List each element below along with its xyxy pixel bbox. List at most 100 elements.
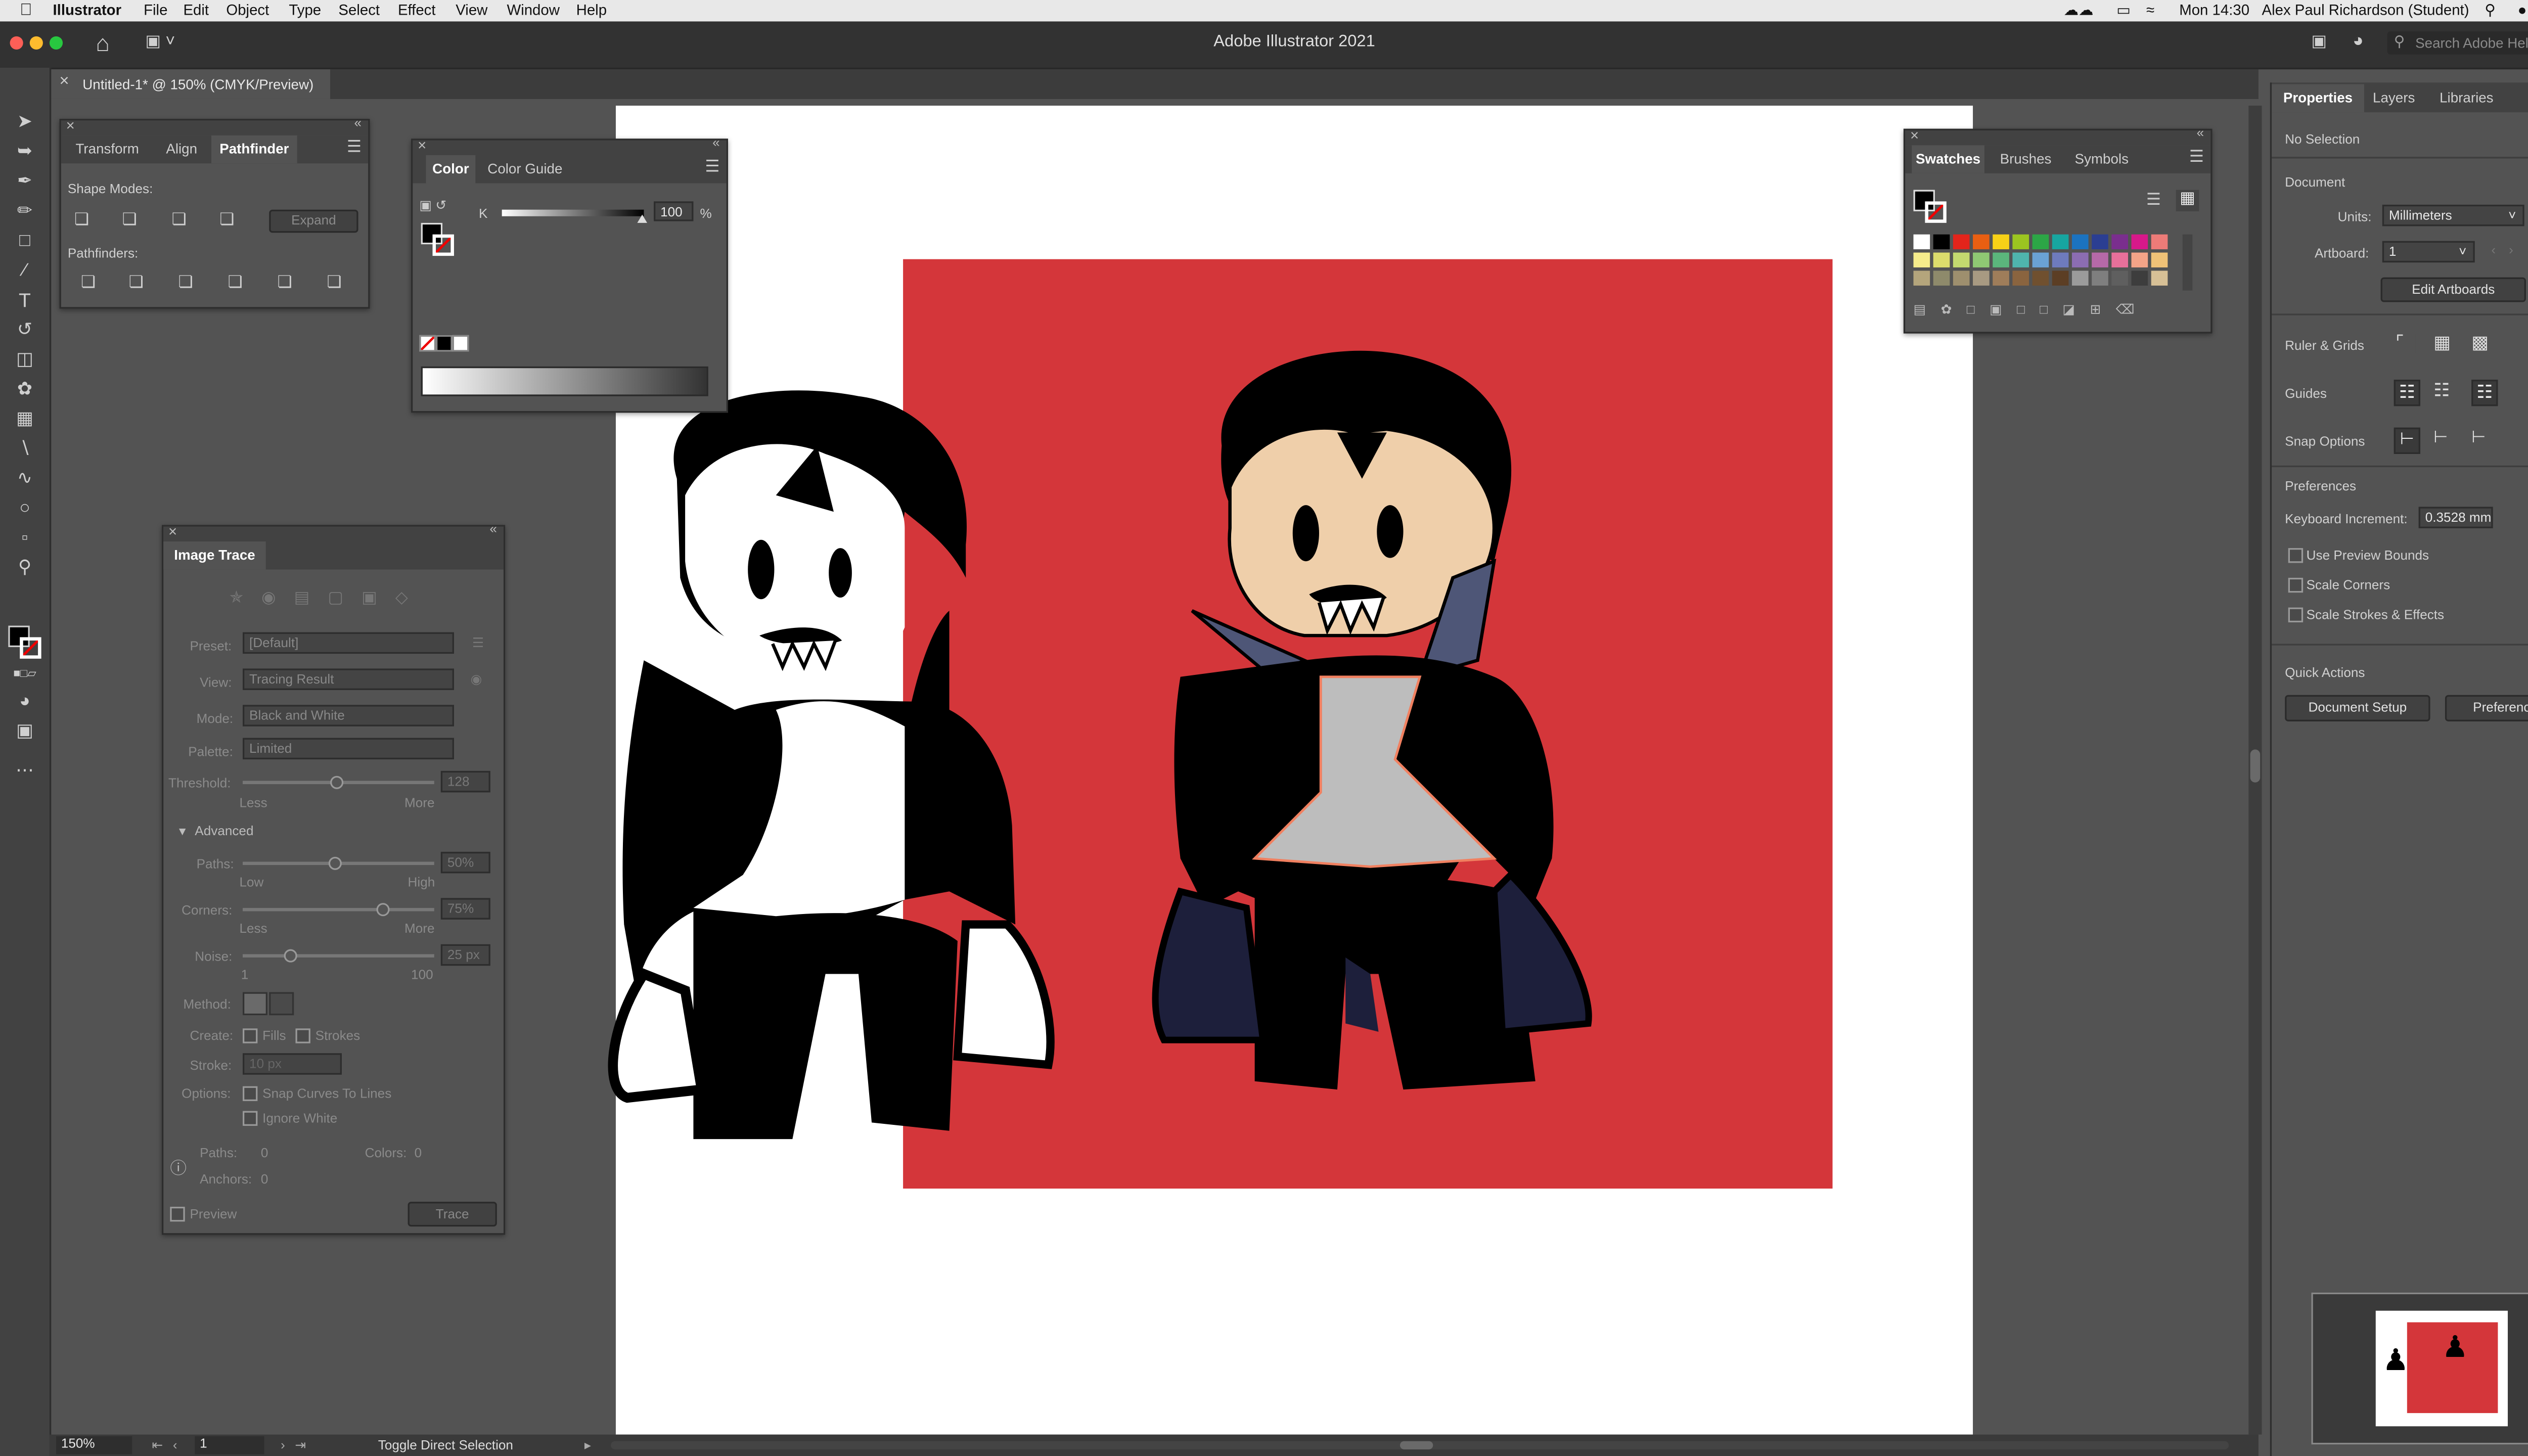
threshold-field[interactable]: 128 [440, 770, 490, 793]
preset-dropdown[interactable]: [Default] [243, 632, 454, 654]
tab-symbols[interactable]: Symbols [2067, 145, 2136, 173]
paths-field[interactable]: 50% [440, 851, 490, 874]
show-guides-icon[interactable]: ☷ [2394, 380, 2420, 406]
snap-to-pixel-icon[interactable]: ⊢ [2433, 429, 2454, 449]
panel-collapse-icon[interactable]: « [489, 522, 497, 536]
artboard-dropdown[interactable]: 1 ˅ [2382, 241, 2475, 263]
vertical-scroll-thumb[interactable] [2250, 749, 2261, 783]
divide-icon[interactable]: ❏ [81, 274, 96, 294]
stroke-field[interactable]: 10 px [243, 1053, 342, 1075]
artboard-nav-prev-icons[interactable]: ⇤‹ [152, 1435, 187, 1456]
color-swatch[interactable] [2092, 252, 2108, 267]
vertical-scrollbar[interactable] [2248, 105, 2262, 1435]
preview-checkbox[interactable] [170, 1206, 185, 1222]
corners-field[interactable]: 75% [440, 898, 490, 920]
tab-swatches[interactable]: Swatches [1912, 145, 1984, 173]
panel-close-icon[interactable]: × [66, 117, 75, 134]
mode-dropdown[interactable]: Black and White [243, 705, 454, 726]
advanced-label[interactable]: Advanced [195, 824, 253, 838]
color-swatch[interactable] [2071, 270, 2089, 286]
minus-back-icon[interactable]: ❏ [327, 274, 342, 294]
snap-to-point-icon[interactable]: ⊢ [2394, 427, 2420, 454]
swatch-footer-icons[interactable]: ▤✿□▣□□◪⊞⌫ [1913, 302, 2149, 317]
k-value-field[interactable]: 100 [654, 201, 694, 221]
color-swatch[interactable] [2111, 270, 2128, 286]
intersect-icon[interactable]: ❏ [172, 211, 187, 231]
color-swatch[interactable] [1933, 252, 1950, 267]
keyboard-increment-field[interactable]: 0.3528 mm [2418, 507, 2493, 528]
color-swatch[interactable] [1913, 270, 1930, 286]
color-swatch[interactable] [2052, 270, 2069, 286]
paths-slider[interactable] [243, 856, 434, 870]
preferences-button[interactable]: Preferences [2445, 695, 2528, 721]
trace-button[interactable]: Trace [408, 1202, 497, 1227]
color-swatch[interactable] [2131, 252, 2148, 267]
color-swatch[interactable] [1913, 234, 1930, 250]
tab-color[interactable]: Color [426, 155, 476, 184]
panel-collapse-icon[interactable]: « [712, 135, 720, 150]
exclude-icon[interactable]: ❏ [219, 211, 234, 231]
noise-slider[interactable] [243, 949, 434, 963]
color-spectrum-bar[interactable] [421, 366, 708, 396]
swatch-stroke-indicator[interactable] [1925, 201, 1947, 223]
color-swatch[interactable] [1993, 270, 2009, 286]
tab-libraries[interactable]: Libraries [2430, 84, 2503, 113]
tab-color-guide[interactable]: Color Guide [482, 155, 568, 184]
color-swatch[interactable] [2092, 234, 2108, 250]
workspace-thumbnail[interactable]: ♟ ♟ [2311, 1292, 2528, 1445]
white-swatch[interactable] [452, 335, 469, 352]
panel-close-icon[interactable]: × [168, 523, 177, 540]
tab-brushes[interactable]: Brushes [1991, 145, 2060, 173]
fills-checkbox[interactable] [243, 1028, 258, 1043]
color-swatch[interactable] [1913, 252, 1930, 267]
snap-to-glyph-icon[interactable]: ⊢ [2471, 429, 2492, 449]
color-swatch[interactable] [2151, 252, 2168, 267]
trace-preset-icons[interactable]: ✯◉▤▢▣◇ [230, 589, 426, 608]
color-swatch[interactable] [1973, 270, 1990, 286]
tab-pathfinder[interactable]: Pathfinder [211, 135, 297, 164]
color-swatch[interactable] [2052, 234, 2069, 250]
default-colors-icon[interactable]: ▣ ↺ [419, 198, 446, 213]
trim-icon[interactable]: ❏ [129, 274, 144, 294]
horizontal-scrollbar[interactable] [611, 1441, 2229, 1449]
tab-transform[interactable]: Transform [61, 135, 154, 164]
noise-field[interactable]: 25 px [440, 944, 490, 966]
panel-collapse-icon[interactable]: « [2197, 125, 2204, 140]
edit-artboards-button[interactable]: Edit Artboards [2380, 277, 2526, 302]
units-dropdown[interactable]: Millimeters ˅ [2382, 204, 2524, 226]
color-swatch[interactable] [2012, 252, 2029, 267]
status-menu-arrow-icon[interactable]: ▸ [584, 1435, 591, 1456]
zoom-level-field[interactable]: 150% [56, 1436, 132, 1454]
unite-icon[interactable]: ❏ [74, 211, 89, 231]
color-swatch[interactable] [2071, 252, 2089, 267]
color-swatch[interactable] [2071, 234, 2089, 250]
advanced-disclosure-icon[interactable]: ▼ [176, 827, 188, 839]
color-swatch[interactable] [2131, 234, 2148, 250]
overlapping-method-icon[interactable] [269, 992, 294, 1016]
list-view-icon[interactable]: ☰ [2146, 192, 2161, 210]
document-setup-button[interactable]: Document Setup [2285, 695, 2430, 721]
color-swatch[interactable] [1933, 234, 1950, 250]
minus-front-icon[interactable]: ❏ [122, 211, 137, 231]
tab-layers[interactable]: Layers [2367, 84, 2420, 113]
crop-icon[interactable]: ❏ [228, 274, 243, 294]
smart-guides-icon[interactable]: ☷ [2471, 380, 2498, 406]
view-dropdown[interactable]: Tracing Result [243, 668, 454, 690]
tab-image-trace[interactable]: Image Trace [163, 541, 266, 570]
palette-dropdown[interactable]: Limited [243, 738, 454, 760]
use-preview-bounds-checkbox[interactable] [2288, 548, 2304, 563]
scale-strokes-checkbox[interactable] [2288, 607, 2304, 623]
black-swatch[interactable] [436, 335, 453, 352]
color-swatch[interactable] [1993, 234, 2009, 250]
color-swatch[interactable] [2131, 270, 2148, 286]
color-swatch[interactable] [2052, 252, 2069, 267]
color-swatch[interactable] [1973, 234, 1990, 250]
tab-properties[interactable]: Properties [2272, 84, 2364, 113]
color-swatch[interactable] [2012, 234, 2029, 250]
grid-view-icon[interactable]: ▦ [2176, 190, 2199, 211]
paths-slider-thumb[interactable] [328, 856, 342, 870]
abutting-method-icon[interactable] [243, 992, 267, 1016]
artboard-number-field[interactable]: 1 [195, 1436, 264, 1454]
swatch-scrollbar[interactable] [2182, 234, 2193, 291]
preset-menu-icon[interactable]: ☰ [472, 635, 484, 650]
